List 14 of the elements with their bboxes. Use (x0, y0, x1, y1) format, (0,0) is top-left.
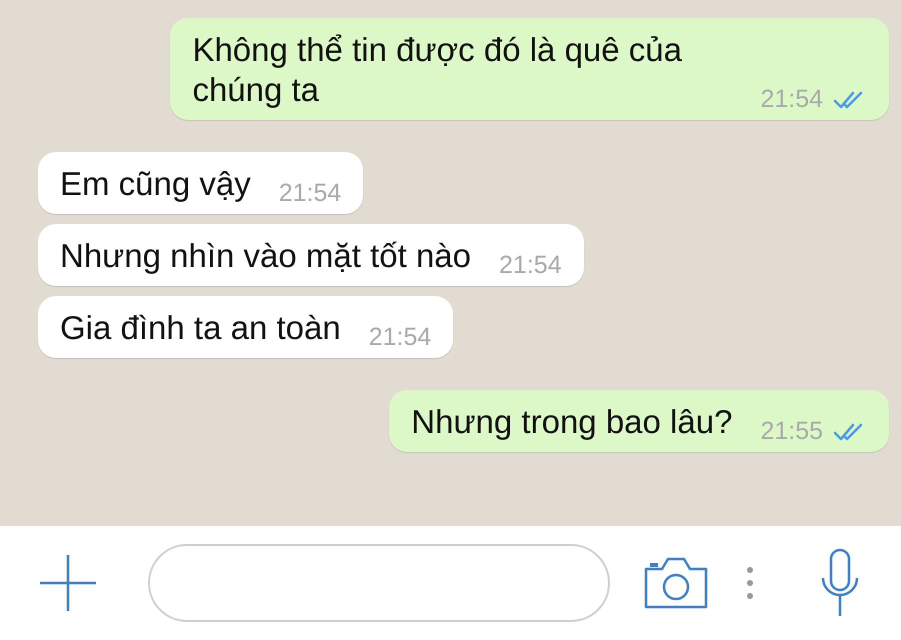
camera-icon[interactable] (642, 555, 710, 611)
message-time: 21:54 (499, 251, 562, 280)
message-time: 21:54 (368, 323, 432, 352)
more-icon[interactable] (746, 566, 754, 600)
message-time: 21:54 (760, 85, 823, 114)
plus-icon[interactable] (38, 553, 98, 613)
message-text: Gia đình ta an toàn (60, 308, 341, 348)
message-text: Nhưng trong bao lâu? (411, 402, 732, 442)
microphone-icon[interactable] (820, 548, 860, 618)
message-text: Không thể tin được đó là quê của chúng ta (192, 30, 684, 110)
message-text: Nhưng nhìn vào mặt tốt nào (60, 236, 472, 276)
message-time: 21:55 (760, 417, 823, 446)
message-time: 21:54 (278, 179, 342, 208)
message-text: Em cũng vậy (60, 164, 251, 204)
